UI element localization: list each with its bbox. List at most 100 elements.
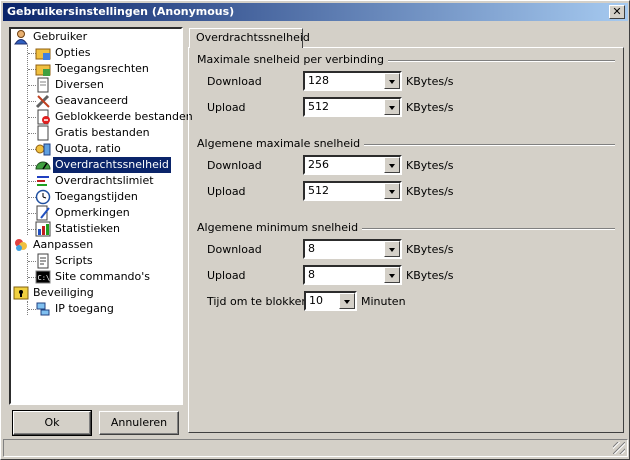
group-title-max-per-connection: Maximale snelheid per verbinding <box>197 53 388 66</box>
console-icon: C:\ <box>35 269 51 285</box>
tree-item-statistieken[interactable]: Statistieken <box>35 221 122 237</box>
unit-label: KBytes/s <box>406 243 454 256</box>
max-connection-upload-combo[interactable]: 512 <box>303 97 402 117</box>
tree-item-label: Overdrachtssnelheid <box>53 157 171 173</box>
tree-item-quota-ratio[interactable]: Quota, ratio <box>35 141 123 157</box>
speedometer-icon <box>35 157 51 173</box>
tree-item-label: Geavanceerd <box>55 94 129 107</box>
combo-value: 512 <box>308 100 329 113</box>
group-title-global-max: Algemene maximale snelheid <box>197 137 365 150</box>
script-icon <box>35 253 51 269</box>
chevron-down-icon[interactable] <box>384 267 400 283</box>
combo-value: 128 <box>308 74 329 87</box>
tree-item-label: Geblokkeerde bestanden <box>55 110 193 123</box>
tree-item-opties[interactable]: Opties <box>35 45 93 61</box>
upload-label: Upload <box>207 101 246 114</box>
combo-value: 8 <box>308 268 315 281</box>
combo-value: 10 <box>309 294 323 307</box>
svg-text:C:\: C:\ <box>38 274 51 282</box>
tree-item-label: Site commando's <box>55 270 151 283</box>
tree-item-overdrachtslimiet[interactable]: Overdrachtslimiet <box>35 173 156 189</box>
notes-icon <box>35 205 51 221</box>
tree-item-opmerkingen[interactable]: Opmerkingen <box>35 205 132 221</box>
tree-item-ip-toegang[interactable]: IP toegang <box>35 301 116 317</box>
chevron-down-icon[interactable] <box>384 241 400 257</box>
file-icon <box>35 125 51 141</box>
tree-connector <box>27 45 28 235</box>
resize-grip[interactable] <box>613 442 625 454</box>
tree-item-beveiliging[interactable]: Beveiliging <box>13 285 96 301</box>
quota-icon <box>35 141 51 157</box>
group-title-global-min: Algemene minimum snelheid <box>197 221 363 234</box>
tree-item-toegangstijden[interactable]: Toegangstijden <box>35 189 140 205</box>
statistics-icon <box>35 221 51 237</box>
download-label: Download <box>207 243 262 256</box>
title-bar: Gebruikersinstellingen (Anonymous) ✕ <box>3 3 628 21</box>
tree-item-overdrachtssnelheid[interactable]: Overdrachtssnelheid <box>35 157 171 173</box>
global-max-download-combo[interactable]: 256 <box>303 155 402 175</box>
close-button[interactable]: ✕ <box>609 5 625 19</box>
settings-tree[interactable]: Gebruiker Opties Toegangsrechten Diverse… <box>9 27 193 405</box>
unit-label: KBytes/s <box>406 269 454 282</box>
folder-options-icon <box>35 45 51 61</box>
tree-connector <box>27 253 28 283</box>
minutes-label: Minuten <box>361 295 406 308</box>
tree-connector <box>27 301 28 315</box>
tree-item-label: Opmerkingen <box>55 206 130 219</box>
tab-overdrachtssnelheid[interactable]: Overdrachtssnelheid <box>189 28 310 48</box>
tree-item-label: Opties <box>55 46 91 59</box>
upload-label: Upload <box>207 269 246 282</box>
global-min-upload-combo[interactable]: 8 <box>303 265 402 285</box>
block-time-label: Tijd om te blokkeren <box>207 295 320 308</box>
download-label: Download <box>207 75 262 88</box>
tree-item-scripts[interactable]: Scripts <box>35 253 95 269</box>
unit-label: KBytes/s <box>406 185 454 198</box>
tree-item-label: Toegangstijden <box>55 190 138 203</box>
global-max-upload-combo[interactable]: 512 <box>303 181 402 201</box>
tree-item-diversen[interactable]: Diversen <box>35 77 106 93</box>
tree-item-label: Beveiliging <box>33 286 94 299</box>
chevron-down-icon[interactable] <box>384 99 400 115</box>
tree-item-label: Diversen <box>55 78 104 91</box>
user-icon <box>13 29 29 45</box>
unit-label: KBytes/s <box>406 101 454 114</box>
upload-label: Upload <box>207 185 246 198</box>
tree-item-gratis-bestanden[interactable]: Gratis bestanden <box>35 125 152 141</box>
combo-value: 8 <box>308 242 315 255</box>
blocked-file-icon <box>35 109 51 125</box>
chevron-down-icon[interactable] <box>384 183 400 199</box>
tree-item-geavanceerd[interactable]: Geavanceerd <box>35 93 130 109</box>
block-time-combo[interactable]: 10 <box>304 291 357 311</box>
tree-item-label: Statistieken <box>55 222 120 235</box>
tree-item-gebruiker[interactable]: Gebruiker <box>13 29 89 45</box>
combo-value: 512 <box>308 184 329 197</box>
customize-icon <box>13 237 29 253</box>
combo-value: 256 <box>308 158 329 171</box>
chevron-down-icon[interactable] <box>384 157 400 173</box>
tree-item-label: Gebruiker <box>33 30 88 43</box>
chevron-down-icon[interactable] <box>339 293 355 309</box>
tree-item-label: Aanpassen <box>33 238 94 251</box>
tree-item-aanpassen[interactable]: Aanpassen <box>13 237 95 253</box>
unit-label: KBytes/s <box>406 75 454 88</box>
window-title: Gebruikersinstellingen (Anonymous) <box>7 5 235 18</box>
tree-item-toegangsrechten[interactable]: Toegangsrechten <box>35 61 151 77</box>
tree-item-site-commandos[interactable]: C:\ Site commando's <box>35 269 152 285</box>
document-icon <box>35 77 51 93</box>
tree-item-label: Gratis bestanden <box>55 126 150 139</box>
tree-item-label: Quota, ratio <box>55 142 121 155</box>
tree-item-label: Scripts <box>55 254 93 267</box>
tree-item-geblokkeerde-bestanden[interactable]: Geblokkeerde bestanden <box>35 109 195 125</box>
tree-item-label: Overdrachtslimiet <box>55 174 154 187</box>
security-icon <box>13 285 29 301</box>
clock-icon <box>35 189 51 205</box>
max-connection-download-combo[interactable]: 128 <box>303 71 402 91</box>
chevron-down-icon[interactable] <box>384 73 400 89</box>
cancel-button[interactable]: Annuleren <box>99 411 179 435</box>
global-min-download-combo[interactable]: 8 <box>303 239 402 259</box>
status-bar <box>3 439 628 457</box>
unit-label: KBytes/s <box>406 159 454 172</box>
ok-button[interactable]: Ok <box>12 410 92 436</box>
tree-item-label: IP toegang <box>55 302 114 315</box>
tree-item-label: Toegangsrechten <box>55 62 149 75</box>
